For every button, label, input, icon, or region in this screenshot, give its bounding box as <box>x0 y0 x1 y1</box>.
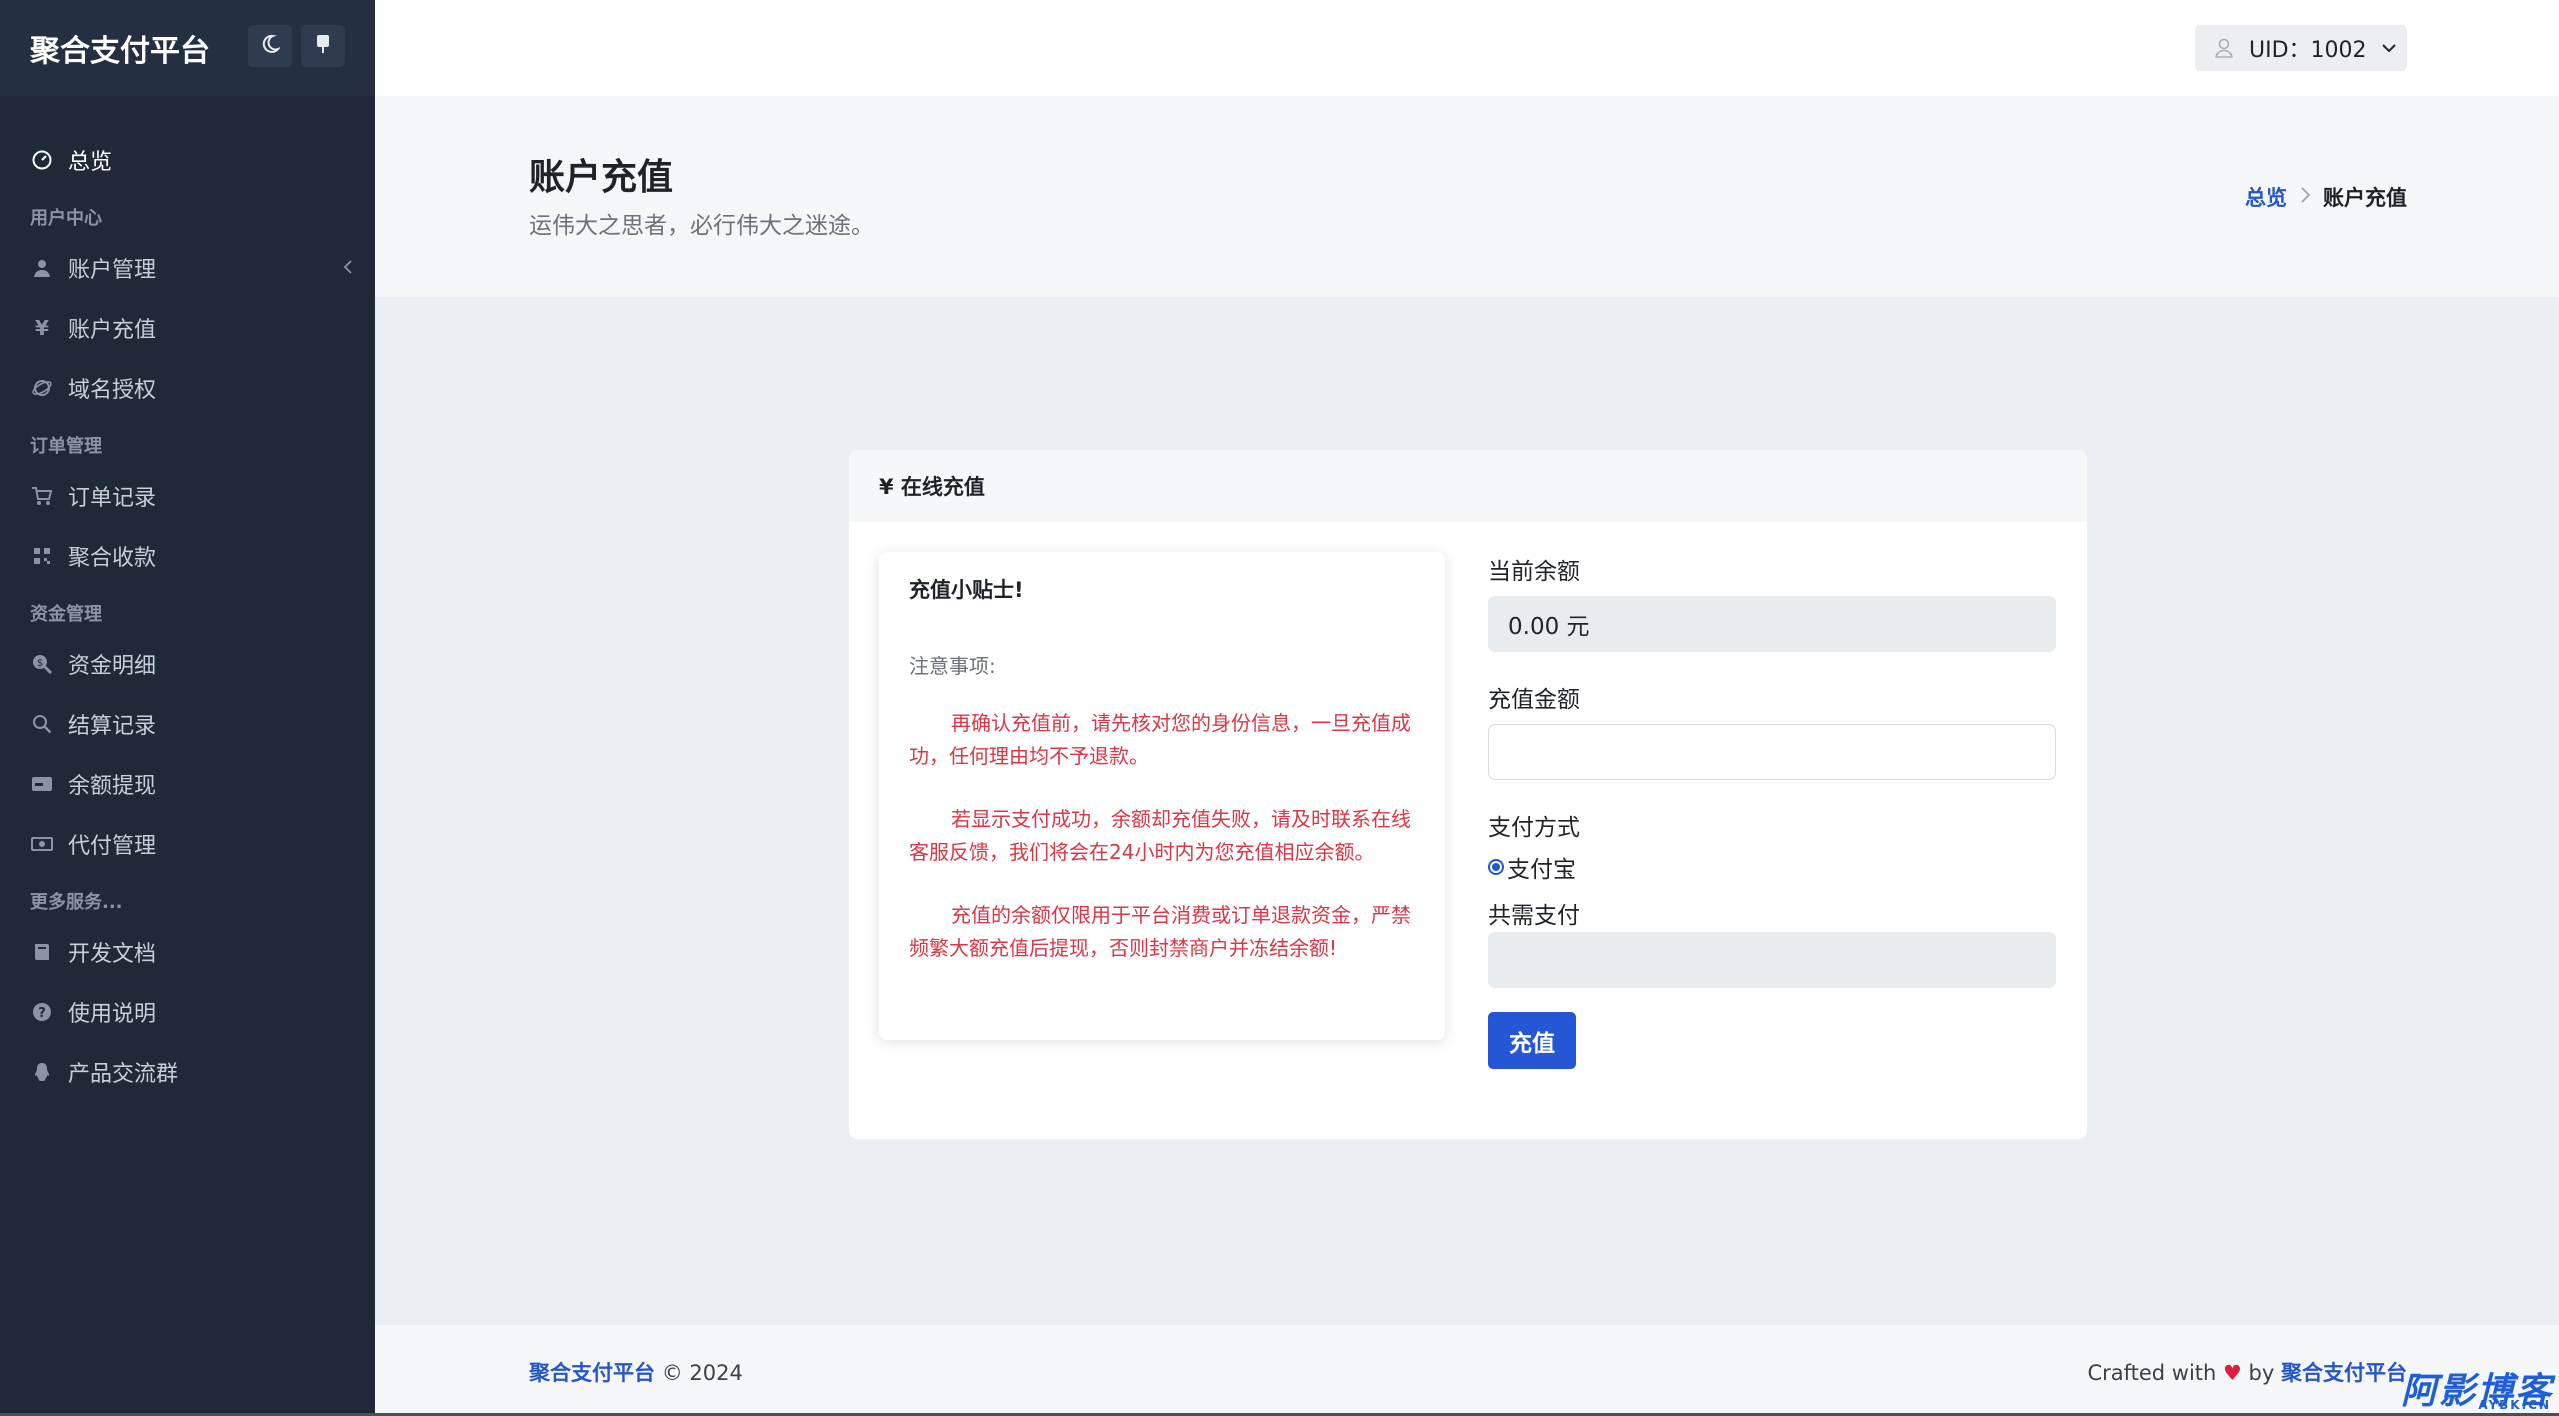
sidebar-nav: 总览用户中心账户管理 ¥ 账户充值域名授权订单管理订单记录聚合收款资金管理 $ 资金明细… <box>0 130 375 1102</box>
page-hero: 账户充值 运伟大之思者，必行伟大之迷途。 总览 账户充值 <box>375 96 2559 297</box>
sidebar-item[interactable]: 账户管理 <box>0 238 375 298</box>
sidebar-item[interactable]: ? 使用说明 <box>0 982 375 1042</box>
total-field <box>1488 932 2056 988</box>
qq-icon <box>30 1060 54 1084</box>
globe-icon <box>30 376 54 400</box>
breadcrumb-current: 账户充值 <box>2323 186 2407 210</box>
top-header: UID：1002 <box>375 0 2559 96</box>
tips-paragraph: 再确认充值前，请先核对您的身份信息，一旦充值成功，任何理由均不予退款。 <box>909 711 1411 768</box>
dashboard-icon <box>30 148 54 172</box>
pay-method-alipay-option[interactable]: 支付宝 <box>1488 850 2056 884</box>
sidebar-item-label: 域名授权 <box>68 378 157 403</box>
sidebar-item-label: 账户充值 <box>68 318 157 343</box>
sidebar-item[interactable]: 开发文档 <box>0 922 375 982</box>
sidebar-item-label: 资金明细 <box>68 654 157 679</box>
svg-text:?: ? <box>38 1006 46 1021</box>
sidebar-item[interactable]: 产品交流群 <box>0 1042 375 1102</box>
sidebar-item-label: 订单记录 <box>68 486 157 511</box>
phone-icon <box>315 34 331 58</box>
footer-left: 聚合支付平台 © 2024 <box>529 1357 743 1387</box>
sidebar-item-label: 账户管理 <box>68 258 157 283</box>
footer: 聚合支付平台 © 2024 Crafted with ♥ by 聚合支付平台 <box>375 1325 2559 1416</box>
radio-checked-icon[interactable] <box>1488 859 1504 875</box>
total-label: 共需支付 <box>1488 903 1580 929</box>
sidebar: 聚合支付平台 总览用户中心账户管理 ¥ 账户充值域名授权订单管理订单记录聚合收款资金… <box>0 0 375 1416</box>
sidebar-item-label: 使用说明 <box>68 1002 157 1027</box>
balance-label: 当前余额 <box>1488 559 1580 585</box>
user-icon <box>30 256 54 280</box>
book-icon <box>30 940 54 964</box>
theme-toggle-button[interactable] <box>248 25 292 67</box>
tips-title: 充值小贴士! <box>909 578 1024 602</box>
sidebar-section-heading: 用户中心 <box>30 208 102 229</box>
chevron-right-icon <box>2299 185 2311 209</box>
footer-copyright: © 2024 <box>661 1361 743 1385</box>
sidebar-item-label: 代付管理 <box>68 834 157 859</box>
search-icon <box>30 712 54 736</box>
sidebar-item[interactable]: 余额提现 <box>0 754 375 814</box>
page-subtitle: 运伟大之思者，必行伟大之迷途。 <box>529 213 874 239</box>
card-title: ¥ 在线充值 <box>849 450 2087 522</box>
watermark-sub: AYBK.CN <box>2478 1398 2551 1412</box>
heart-icon: ♥ <box>2223 1361 2242 1385</box>
sidebar-item[interactable]: 域名授权 <box>0 358 375 418</box>
sidebar-item[interactable]: 代付管理 <box>0 814 375 874</box>
sidebar-item-label: 开发文档 <box>68 942 157 967</box>
footer-right: Crafted with ♥ by 聚合支付平台 <box>2087 1357 2407 1387</box>
sidebar-section-heading: 资金管理 <box>30 604 102 625</box>
sidebar-section-heading: 更多服务... <box>30 892 123 913</box>
sidebar-item-label: 总览 <box>68 150 113 175</box>
footer-brand-link[interactable]: 聚合支付平台 <box>529 1361 655 1385</box>
recharge-form: 当前余额 0.00 元 充值金额 支付方式 支付宝 共需支付 充值 <box>1488 552 2056 1069</box>
yen-icon: ¥ <box>35 316 49 340</box>
pay-method-label: 支付方式 <box>1488 815 1580 841</box>
chevron-left-icon <box>343 256 353 281</box>
footer-by-text: by <box>2248 1361 2275 1385</box>
sidebar-item[interactable]: 总览 <box>0 130 375 190</box>
search-dollar-icon: $ <box>30 652 54 676</box>
recharge-card: ¥ 在线充值 充值小贴士! 注意事项: 再确认充值前，请先核对您的身份信息，一旦… <box>849 450 2087 1139</box>
user-menu-button[interactable]: UID：1002 <box>2195 25 2407 71</box>
recharge-tips-panel: 充值小贴士! 注意事项: 再确认充值前，请先核对您的身份信息，一旦充值成功，任何… <box>879 552 1445 1040</box>
tips-note-label: 注意事项: <box>909 654 996 678</box>
watermark-logo: 阿影博客 AYBK.CN <box>2401 1362 2553 1414</box>
breadcrumb: 总览 账户充值 <box>2245 182 2407 212</box>
tips-paragraph: 充值的余额仅限用于平台消费或订单退款资金，严禁频繁大额充值后提现，否则封禁商户并… <box>909 903 1411 960</box>
chevron-down-icon <box>2381 42 2397 54</box>
sidebar-item[interactable]: 结算记录 <box>0 694 375 754</box>
sidebar-item-label: 结算记录 <box>68 714 157 739</box>
question-icon: ? <box>30 1000 54 1024</box>
pay-method-option-label: 支付宝 <box>1507 857 1576 883</box>
sidebar-item[interactable]: ¥ 账户充值 <box>0 298 375 358</box>
card-icon <box>30 772 54 796</box>
recharge-submit-button[interactable]: 充值 <box>1488 1012 1576 1069</box>
amount-label: 充值金额 <box>1488 687 1580 713</box>
svg-text:$: $ <box>37 658 43 669</box>
sidebar-item[interactable]: 订单记录 <box>0 466 375 526</box>
footer-brand-right-link[interactable]: 聚合支付平台 <box>2281 1361 2407 1385</box>
sidebar-item-label: 余额提现 <box>68 774 157 799</box>
page-title: 账户充值 <box>529 157 674 198</box>
breadcrumb-home-link[interactable]: 总览 <box>2245 182 2287 212</box>
cart-icon <box>30 484 54 508</box>
money-icon <box>30 832 54 856</box>
sidebar-item-label: 产品交流群 <box>68 1062 179 1087</box>
tips-paragraph: 若显示支付成功，余额却充值失败，请及时联系在线客服反馈，我们将会在24小时内为您… <box>909 807 1411 864</box>
qrcode-icon <box>30 544 54 568</box>
balance-field: 0.00 元 <box>1488 596 2056 652</box>
user-uid-label: UID：1002 <box>2249 38 2367 63</box>
sidebar-section-heading: 订单管理 <box>30 436 102 457</box>
sidebar-brand-bar: 聚合支付平台 <box>0 0 375 96</box>
sidebar-item[interactable]: $ 资金明细 <box>0 634 375 694</box>
footer-crafted-text: Crafted with <box>2087 1361 2217 1385</box>
moon-icon <box>260 34 282 58</box>
sidebar-item[interactable]: 聚合收款 <box>0 526 375 586</box>
mobile-toggle-button[interactable] <box>301 25 345 67</box>
sidebar-item-label: 聚合收款 <box>68 546 157 571</box>
brand-logo[interactable]: 聚合支付平台 <box>30 26 210 70</box>
user-icon <box>2213 37 2235 59</box>
amount-input[interactable] <box>1488 724 2056 780</box>
